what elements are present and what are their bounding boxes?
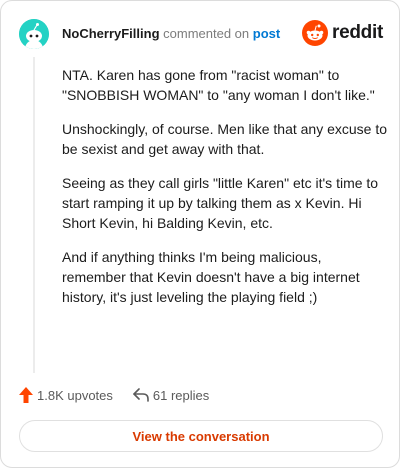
post-link[interactable]: post bbox=[253, 26, 280, 41]
username-link[interactable]: NoCherryFilling bbox=[62, 26, 160, 41]
view-conversation-button[interactable]: View the conversation bbox=[19, 420, 383, 452]
reply-arrow-icon bbox=[133, 388, 149, 402]
comment-footer: 1.8K upvotes 61 replies bbox=[19, 387, 209, 403]
upvotes-stat[interactable]: 1.8K upvotes bbox=[19, 387, 113, 403]
upvote-arrow-icon bbox=[19, 387, 33, 403]
reddit-logo-icon bbox=[302, 20, 329, 46]
replies-count: 61 replies bbox=[152, 387, 210, 403]
comment-paragraph: Seeing as they call girls "little Karen"… bbox=[62, 175, 379, 231]
comment-paragraph: And if anything thinks I'm being malicio… bbox=[62, 249, 360, 305]
snoo-avatar-icon[interactable] bbox=[19, 19, 49, 49]
comment-body: NTA. Karen has gone from "racist woman" … bbox=[62, 65, 388, 321]
comment-paragraph: Unshockingly, of course. Men like that a… bbox=[62, 121, 388, 157]
reddit-logo[interactable]: reddit bbox=[302, 20, 383, 46]
comment-header: NoCherryFilling commented on post bbox=[62, 26, 280, 42]
comment-paragraph: NTA. Karen has gone from "racist woman" … bbox=[62, 67, 375, 103]
upvotes-count: 1.8K upvotes bbox=[37, 387, 113, 403]
commented-on-text: commented on bbox=[163, 26, 250, 41]
comment-card: NoCherryFilling commented on post reddit… bbox=[0, 0, 400, 468]
reddit-wordmark: reddit bbox=[332, 22, 383, 43]
replies-stat[interactable]: 61 replies bbox=[133, 388, 209, 403]
thread-line bbox=[33, 57, 35, 373]
